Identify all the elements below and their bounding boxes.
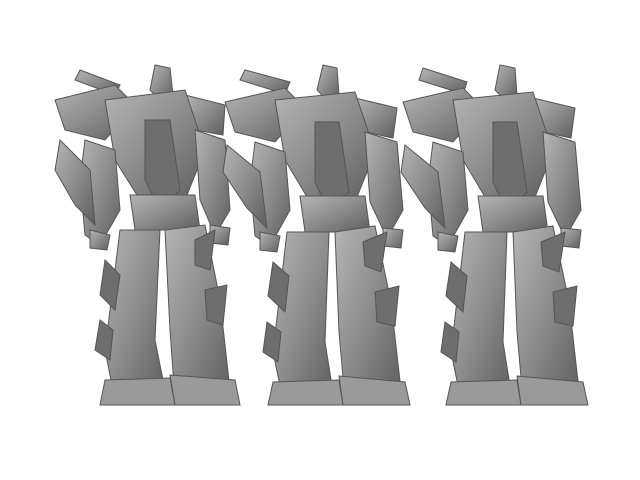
robot-figure-2: [222, 64, 411, 406]
robot-render-view-2: [215, 60, 415, 410]
render-viewport: [0, 0, 640, 480]
robot-render-view-3: [395, 60, 595, 410]
robot-figure-3: [400, 64, 589, 406]
